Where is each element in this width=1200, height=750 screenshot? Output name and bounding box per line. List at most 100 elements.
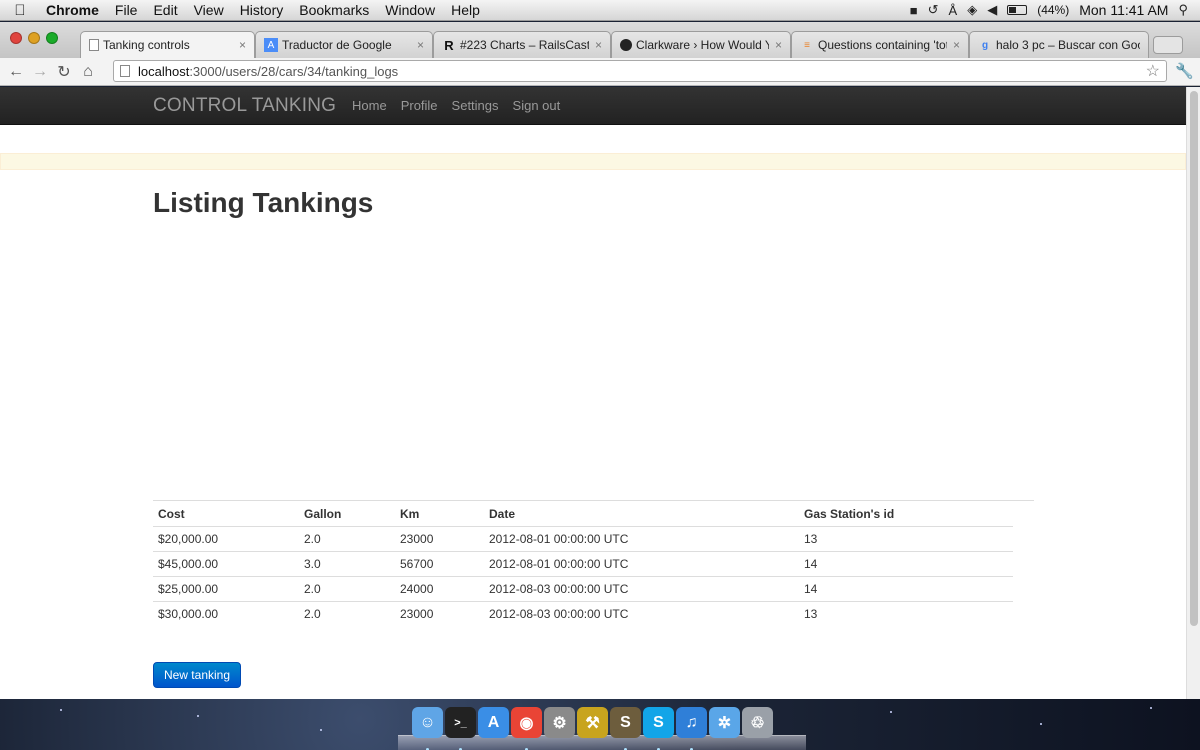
tab-google-search[interactable]: g halo 3 pc – Buscar con Goo bbox=[969, 31, 1149, 58]
apple-menu-icon[interactable]:  bbox=[0, 2, 40, 19]
cell-gas-station-id: 14 bbox=[799, 576, 1013, 602]
nav-link-settings[interactable]: Settings bbox=[445, 98, 506, 113]
railscasts-icon: R bbox=[444, 37, 454, 53]
itunes-icon[interactable]: ♫ bbox=[676, 707, 707, 738]
table-spacer bbox=[1013, 527, 1034, 552]
tab-title: halo 3 pc – Buscar con Goo bbox=[996, 38, 1140, 52]
menu-file[interactable]: File bbox=[107, 2, 146, 18]
close-tab-icon[interactable]: × bbox=[953, 38, 960, 52]
tab-title: Tanking controls bbox=[103, 38, 190, 52]
table-spacer bbox=[1013, 602, 1034, 627]
cell-date: 2012-08-01 00:00:00 UTC bbox=[484, 526, 799, 552]
tab-railscasts[interactable]: R #223 Charts – RailsCasts × bbox=[433, 31, 611, 58]
close-window-button[interactable] bbox=[10, 32, 22, 44]
site-brand[interactable]: CONTROL TANKING bbox=[153, 95, 336, 117]
trash-icon[interactable]: ♲ bbox=[742, 707, 773, 738]
url-host: localhost bbox=[138, 63, 190, 79]
cell-cost: $45,000.00 bbox=[153, 551, 299, 577]
cell-cost: $30,000.00 bbox=[158, 607, 219, 622]
menu-view[interactable]: View bbox=[186, 2, 232, 18]
table-spacer bbox=[1013, 501, 1034, 527]
menu-history[interactable]: History bbox=[232, 2, 292, 18]
table-row: $25,000.00 2.0 24000 2012-08-03 00:00:00… bbox=[153, 576, 1034, 602]
cell-km: 24000 bbox=[395, 576, 484, 602]
column-header-gallon: Gallon bbox=[299, 500, 395, 527]
cell-gallon: 2.0 bbox=[299, 526, 395, 552]
star-decoration bbox=[320, 729, 322, 731]
page-title: Listing Tankings bbox=[153, 187, 374, 218]
clarkware-icon bbox=[620, 39, 632, 51]
system-preferences-icon[interactable]: ⚙ bbox=[544, 707, 575, 738]
nav-link-sign-out[interactable]: Sign out bbox=[506, 98, 568, 113]
column-header-cost: Cost bbox=[153, 500, 299, 527]
page-scrollbar[interactable] bbox=[1186, 87, 1200, 699]
macos-menu-bar:  Chrome File Edit View History Bookmark… bbox=[0, 0, 1200, 21]
bookmark-star-icon[interactable]: ☆ bbox=[1146, 61, 1160, 81]
tab-clarkware[interactable]: Clarkware › How Would Yo × bbox=[611, 31, 791, 58]
safari-icon[interactable]: ✲ bbox=[709, 707, 740, 738]
cell-cost: $20,000.00 bbox=[153, 526, 299, 552]
close-tab-icon[interactable]: × bbox=[239, 38, 246, 52]
tab-title: Clarkware › How Would Yo bbox=[636, 38, 769, 52]
scrollbar-thumb[interactable] bbox=[1190, 91, 1198, 626]
menu-edit[interactable]: Edit bbox=[145, 2, 185, 18]
volume-icon[interactable]: ◀ bbox=[987, 2, 997, 18]
dock: ☺ >_ A ◉ ⚙ ⚒ S S ♫ ✲ ♲ bbox=[412, 707, 773, 750]
page-icon bbox=[89, 39, 99, 51]
wifi-icon[interactable]: ◈ bbox=[967, 2, 977, 18]
close-tab-icon[interactable]: × bbox=[417, 38, 424, 52]
spotlight-search-icon[interactable]: ⚲ bbox=[1178, 2, 1188, 18]
stackoverflow-icon: ≡ bbox=[804, 39, 810, 51]
tab-tanking-controls[interactable]: Tanking controls × bbox=[80, 31, 255, 58]
skype-icon[interactable]: S bbox=[643, 707, 674, 738]
close-tab-icon[interactable]: × bbox=[595, 38, 602, 52]
wrench-menu-icon[interactable]: 🔧 bbox=[1175, 62, 1194, 80]
cell-gallon: 2.0 bbox=[299, 576, 395, 602]
back-arrow-icon[interactable]: ← bbox=[4, 63, 28, 81]
home-icon[interactable]: ⌂ bbox=[76, 63, 100, 81]
sublime-text-icon[interactable]: S bbox=[610, 707, 641, 738]
tab-title: Traductor de Google bbox=[282, 38, 392, 52]
chrome-icon[interactable]: ◉ bbox=[511, 707, 542, 738]
forward-arrow-icon[interactable]: → bbox=[28, 63, 52, 81]
tab-traductor-de-google[interactable]: A Traductor de Google × bbox=[255, 31, 433, 58]
finder-icon[interactable]: ☺ bbox=[412, 707, 443, 738]
table-spacer bbox=[1013, 577, 1034, 602]
cell-date: 2012-08-03 00:00:00 UTC bbox=[484, 576, 799, 602]
reload-icon[interactable]: ↻ bbox=[52, 62, 76, 82]
page-icon bbox=[120, 65, 130, 77]
nav-link-profile[interactable]: Profile bbox=[394, 98, 445, 113]
xcode-icon[interactable]: ⚒ bbox=[577, 707, 608, 738]
nav-link-home[interactable]: Home bbox=[345, 98, 394, 113]
menu-bookmarks[interactable]: Bookmarks bbox=[291, 2, 377, 18]
dropbox-status-icon[interactable]: ■ bbox=[910, 3, 918, 18]
star-decoration bbox=[1150, 707, 1152, 709]
close-tab-icon[interactable]: × bbox=[775, 38, 782, 52]
address-bar[interactable]: localhost :3000/users/28/cars/34/tanking… bbox=[113, 60, 1167, 82]
url-path: :3000/users/28/cars/34/tanking_logs bbox=[189, 63, 399, 79]
time-machine-icon[interactable]: ↺ bbox=[928, 2, 939, 18]
desktop-background: ☺ >_ A ◉ ⚙ ⚒ S S ♫ ✲ ♲ bbox=[0, 699, 1200, 750]
zoom-window-button[interactable] bbox=[46, 32, 58, 44]
app-store-icon[interactable]: A bbox=[478, 707, 509, 738]
menu-clock[interactable]: Mon 11:41 AM bbox=[1079, 2, 1168, 18]
menu-help[interactable]: Help bbox=[443, 2, 488, 18]
bluetooth-icon[interactable]: Å bbox=[949, 3, 958, 18]
cell-km: 23000 bbox=[395, 526, 484, 552]
menu-app-name[interactable]: Chrome bbox=[40, 2, 107, 18]
flash-notice bbox=[0, 153, 1186, 170]
minimize-window-button[interactable] bbox=[28, 32, 40, 44]
new-tab-button[interactable] bbox=[1153, 36, 1183, 54]
cell-gas-station-id: 14 bbox=[799, 551, 1013, 577]
menu-window[interactable]: Window bbox=[377, 2, 443, 18]
new-tanking-button[interactable]: New tanking bbox=[153, 662, 241, 688]
terminal-icon[interactable]: >_ bbox=[445, 707, 476, 738]
tab-title: #223 Charts – RailsCasts bbox=[460, 38, 589, 52]
battery-icon[interactable] bbox=[1007, 5, 1028, 15]
browser-toolbar: ← → ↻ ⌂ localhost :3000/users/28/cars/34… bbox=[0, 58, 1200, 86]
tab-stackoverflow[interactable]: ≡ Questions containing 'total × bbox=[791, 31, 969, 58]
google-icon: g bbox=[981, 39, 989, 51]
star-decoration bbox=[1040, 723, 1042, 725]
column-header-date: Date bbox=[484, 500, 799, 527]
star-decoration bbox=[197, 715, 199, 717]
